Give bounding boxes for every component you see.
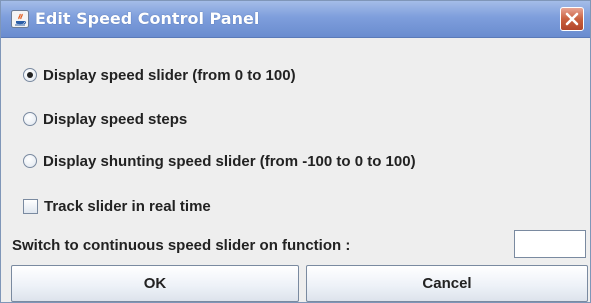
cancel-button[interactable]: Cancel xyxy=(306,265,588,302)
radio-speed-slider[interactable] xyxy=(23,68,37,82)
edit-speed-control-dialog: Edit Speed Control Panel Display speed s… xyxy=(0,0,591,303)
radio-shunting-slider[interactable] xyxy=(23,154,37,168)
option-speed-slider-label: Display speed slider (from 0 to 100) xyxy=(43,66,296,84)
option-shunting-slider-label: Display shunting speed slider (from -100… xyxy=(43,152,416,170)
option-shunting-slider[interactable]: Display shunting speed slider (from -100… xyxy=(23,151,416,171)
title-bar[interactable]: Edit Speed Control Panel xyxy=(1,1,590,38)
track-realtime-label: Track slider in real time xyxy=(44,197,211,215)
option-speed-slider[interactable]: Display speed slider (from 0 to 100) xyxy=(23,65,296,85)
close-button[interactable] xyxy=(560,7,584,31)
window-title: Edit Speed Control Panel xyxy=(35,9,260,28)
function-switch-label: Switch to continuous speed slider on fun… xyxy=(12,237,351,254)
close-icon xyxy=(565,12,579,26)
track-realtime-option[interactable]: Track slider in real time xyxy=(23,196,211,216)
java-icon xyxy=(11,10,29,28)
ok-button[interactable]: OK xyxy=(11,265,299,302)
option-speed-steps-label: Display speed steps xyxy=(43,110,188,128)
function-number-input[interactable] xyxy=(514,230,586,258)
radio-speed-steps[interactable] xyxy=(23,112,37,126)
option-speed-steps[interactable]: Display speed steps xyxy=(23,109,187,129)
track-realtime-checkbox[interactable] xyxy=(23,198,38,214)
